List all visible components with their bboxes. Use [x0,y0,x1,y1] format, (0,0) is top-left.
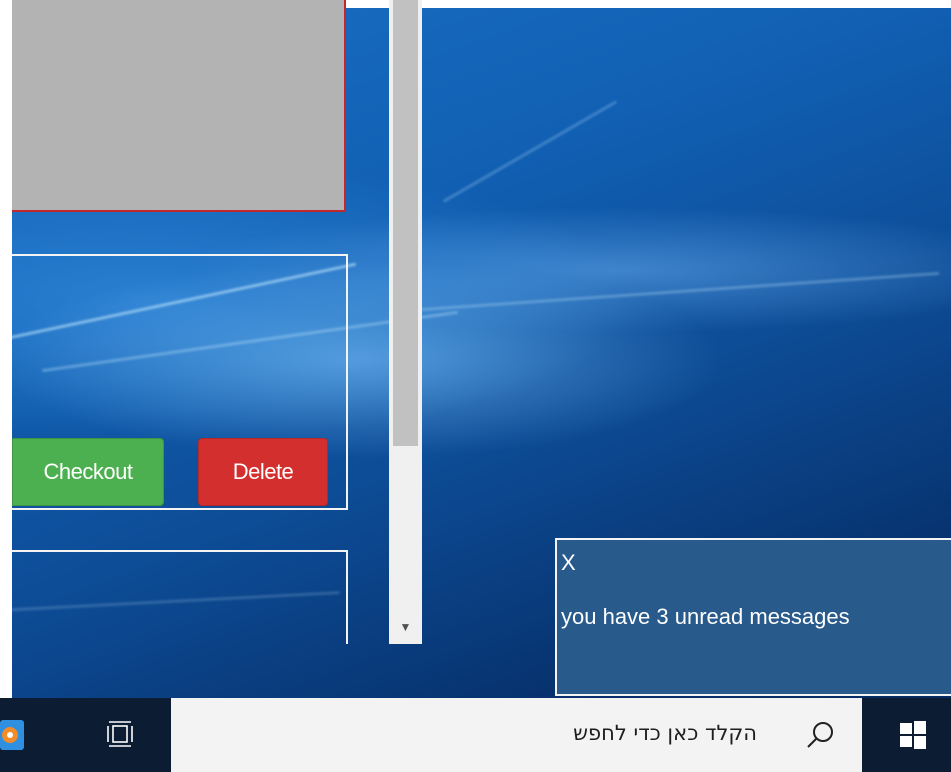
window-left-edge [0,0,12,698]
search-icon [807,722,833,748]
app-icon[interactable] [0,716,28,754]
wallpaper-light-streak [442,100,618,203]
task-view-icon[interactable] [100,714,140,754]
search-placeholder: הקלד כאן כדי לחפש [573,721,757,745]
image-placeholder-panel [12,0,346,212]
notification-popup: X you have 3 unread messages [555,538,951,696]
cart-item-card-next [12,550,348,644]
checkout-button[interactable]: Checkout [12,438,164,506]
scrollbar-thumb[interactable] [393,0,418,446]
notification-close-button[interactable]: X [561,550,576,576]
taskbar: הקלד כאן כדי לחפש [0,698,951,772]
scroll-down-arrow-icon[interactable]: ▼ [389,610,422,644]
windows-start-icon[interactable] [875,698,951,772]
vertical-scrollbar[interactable]: ▼ [389,0,422,644]
delete-button[interactable]: Delete [198,438,328,506]
taskbar-search-box[interactable]: הקלד כאן כדי לחפש [171,698,862,772]
notification-message: you have 3 unread messages [561,604,850,629]
wallpaper-light-streak [420,271,940,312]
